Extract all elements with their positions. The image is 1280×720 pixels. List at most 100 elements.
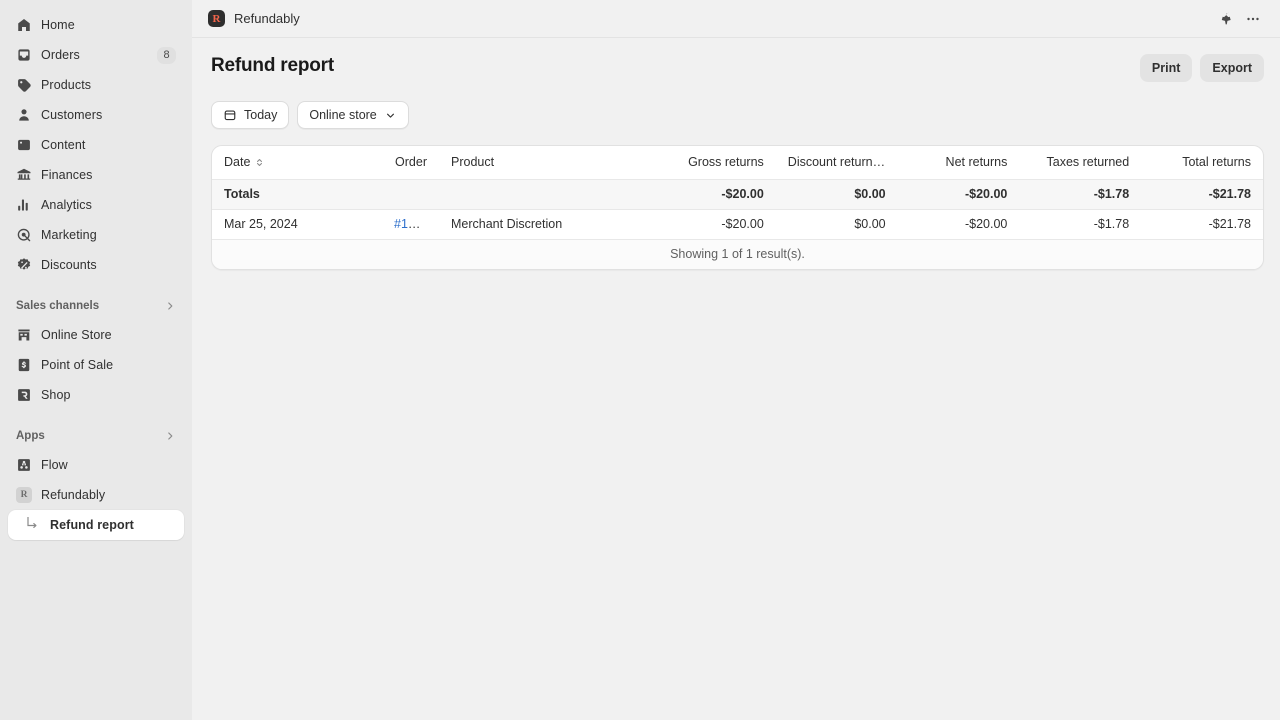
pin-icon [1220,11,1235,26]
sidebar-item-discounts[interactable]: Discounts [8,250,184,280]
sidebar-item-home[interactable]: Home [8,10,184,40]
column-header-taxes-returned[interactable]: Taxes returned [1019,146,1141,179]
print-button[interactable]: Print [1140,54,1192,82]
cell-taxes-returned: -$1.78 [1019,209,1141,239]
sidebar-item-label: Content [41,138,85,152]
content-icon [16,137,32,153]
tree-branch-icon [25,517,41,533]
discounts-icon [16,257,32,273]
sidebar-item-label: Refund report [50,518,134,532]
totals-discount-returned: $0.00 [776,179,898,209]
channel-filter-button[interactable]: Online store [297,101,408,129]
sidebar-item-label: Home [41,18,75,32]
totals-row: Totals -$20.00 $0.00 -$20.00 -$1.78 -$21… [212,179,1263,209]
table-body: Totals -$20.00 $0.00 -$20.00 -$1.78 -$21… [212,179,1263,269]
cell-net-returns: -$20.00 [898,209,1020,239]
shop-icon [16,387,32,403]
app-topbar: R Refundably [192,0,1280,38]
table-header-row: Date Order Product Gross returns [212,146,1263,179]
sidebar-item-label: Shop [41,388,71,402]
totals-order [382,179,439,209]
table-row[interactable]: Mar 25, 2024 #1015 Merchant Discretion -… [212,209,1263,239]
refund-report-table: Date Order Product Gross returns [212,146,1263,269]
sidebar-item-flow[interactable]: Flow [8,450,184,480]
sidebar-item-finances[interactable]: Finances [8,160,184,190]
table-footer-row: Showing 1 of 1 result(s). [212,239,1263,269]
sidebar-item-orders[interactable]: Orders 8 [8,40,184,70]
totals-product [439,179,654,209]
more-options-button[interactable] [1240,6,1266,32]
column-header-net-returns[interactable]: Net returns [898,146,1020,179]
chevron-down-icon [384,109,397,122]
orders-icon [16,47,32,63]
calendar-icon [223,108,237,122]
app-title: Refundably [234,11,300,26]
cell-product: Merchant Discretion [439,209,654,239]
refundably-app-icon: R [208,10,225,27]
column-header-date[interactable]: Date [212,146,382,179]
sidebar-item-label: Customers [41,108,102,122]
cell-date: Mar 25, 2024 [212,209,382,239]
sidebar-item-marketing[interactable]: Marketing [8,220,184,250]
sidebar-item-refund-report[interactable]: Refund report [8,510,184,540]
apps-title: Apps [16,430,45,442]
sidebar-item-label: Marketing [41,228,97,242]
sidebar-item-label: Online Store [41,328,112,342]
marketing-icon [16,227,32,243]
main-area: R Refundably Refund report Print Export [192,0,1280,720]
sidebar-section-apps[interactable]: Apps [8,422,184,450]
date-filter-button[interactable]: Today [211,101,289,129]
sidebar-item-customers[interactable]: Customers [8,100,184,130]
refundably-app-mark: R [21,490,28,500]
column-header-discount-returned[interactable]: Discount returned [776,146,898,179]
sidebar-item-label: Point of Sale [41,358,113,372]
app-root: Home Orders 8 Products Customers Content… [0,0,1280,720]
sidebar-item-products[interactable]: Products [8,70,184,100]
order-link[interactable]: #1015 [394,217,429,231]
sidebar-item-point-of-sale[interactable]: Point of Sale [8,350,184,380]
sidebar-item-content[interactable]: Content [8,130,184,160]
chevron-right-icon [164,300,176,312]
page-actions: Print Export [1140,54,1264,82]
refundably-app-icon: R [16,487,32,503]
sidebar: Home Orders 8 Products Customers Content… [0,0,192,720]
totals-net-returns: -$20.00 [898,179,1020,209]
column-label: Date [224,155,250,169]
sidebar-item-refundably[interactable]: R Refundably [8,480,184,510]
totals-label: Totals [212,179,382,209]
sidebar-item-label: Products [41,78,91,92]
channel-filter-label: Online store [309,108,376,122]
customers-icon [16,107,32,123]
sidebar-item-label: Orders [41,48,80,62]
column-header-total-returns[interactable]: Total returns [1141,146,1263,179]
finances-icon [16,167,32,183]
chevron-right-icon [164,430,176,442]
column-header-gross-returns[interactable]: Gross returns [654,146,776,179]
sidebar-item-label: Flow [41,458,68,472]
sidebar-item-shop[interactable]: Shop [8,380,184,410]
sidebar-item-online-store[interactable]: Online Store [8,320,184,350]
cell-total-returns: -$21.78 [1141,209,1263,239]
cell-discount-returned: $0.00 [776,209,898,239]
page-title: Refund report [211,54,334,77]
more-horizontal-icon [1245,11,1261,27]
page-content: Refund report Print Export Today Online … [192,38,1280,270]
sales-channels-title: Sales channels [16,300,99,312]
sidebar-item-label: Finances [41,168,93,182]
page-header: Refund report Print Export [211,54,1264,82]
results-count: Showing 1 of 1 result(s). [212,239,1263,269]
column-header-order[interactable]: Order [382,146,439,179]
sidebar-item-label: Refundably [41,488,105,502]
pin-button[interactable] [1214,6,1240,32]
cell-order: #1015 [382,209,439,239]
products-icon [16,77,32,93]
sidebar-item-analytics[interactable]: Analytics [8,190,184,220]
online-store-icon [16,327,32,343]
totals-total-returns: -$21.78 [1141,179,1263,209]
export-button[interactable]: Export [1200,54,1264,82]
sidebar-section-sales-channels[interactable]: Sales channels [8,292,184,320]
refund-report-table-card: Date Order Product Gross returns [211,145,1264,270]
totals-gross-returns: -$20.00 [654,179,776,209]
analytics-icon [16,197,32,213]
column-header-product[interactable]: Product [439,146,654,179]
